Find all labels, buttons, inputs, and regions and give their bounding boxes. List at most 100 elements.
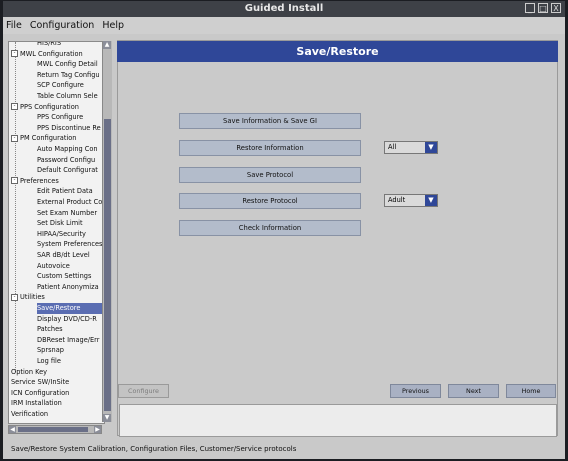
- scroll-left-icon[interactable]: ◀: [9, 426, 16, 433]
- minimize-button[interactable]: _: [525, 3, 535, 13]
- tree-item[interactable]: Display DVD/CD-R: [37, 314, 97, 325]
- tree-item-label: Utilities: [20, 293, 45, 302]
- tree-item[interactable]: - PM Configuration: [11, 133, 76, 144]
- tree-item[interactable]: DBReset Image/Err: [37, 335, 99, 346]
- tree-item-label: PPS Configuration: [20, 102, 79, 111]
- tree-item[interactable]: Auto Mapping Con: [37, 144, 98, 155]
- scroll-right-icon[interactable]: ▶: [94, 426, 101, 433]
- tree-item-label: Patches: [37, 325, 63, 334]
- save-information-button[interactable]: Save Information & Save GI: [179, 113, 361, 129]
- tree-item[interactable]: Save/Restore: [37, 303, 104, 314]
- tree-item-label: Return Tag Configu: [37, 70, 100, 79]
- tree-item-label: PPS Discontinue Re: [37, 123, 101, 132]
- collapse-icon[interactable]: -: [11, 103, 18, 111]
- tree-item[interactable]: MWL Config Detail: [37, 59, 98, 70]
- content-panel: [117, 40, 558, 436]
- navigation-tree: HIS/RIS - MWL Configuration MWL Config Deta…: [8, 41, 105, 424]
- tree-item-label: Preferences: [20, 176, 59, 185]
- restore-information-button[interactable]: Restore Information: [179, 140, 361, 156]
- close-button[interactable]: X: [551, 3, 561, 13]
- tree-item[interactable]: Autovoice: [37, 261, 70, 272]
- collapse-icon[interactable]: -: [11, 293, 18, 301]
- scroll-down-icon[interactable]: ▼: [103, 414, 111, 422]
- tree-item-label: PM Configuration: [20, 134, 77, 143]
- restore-protocol-select[interactable]: Adult ▼: [384, 194, 438, 207]
- tree-item[interactable]: HIS/RIS: [37, 42, 61, 49]
- tree-item[interactable]: Verification: [11, 409, 48, 420]
- tree-item[interactable]: Service SW/InSite: [11, 377, 69, 388]
- tree-item[interactable]: - Utilities: [11, 292, 45, 303]
- home-button[interactable]: Home: [506, 384, 556, 398]
- previous-button[interactable]: Previous: [390, 384, 441, 398]
- panel-title: Save/Restore: [117, 41, 558, 62]
- tree-item[interactable]: PPS Discontinue Re: [37, 123, 101, 134]
- tree-item[interactable]: Set Exam Number: [37, 208, 97, 219]
- tree-item-label: Option Key: [11, 367, 48, 376]
- menu-file[interactable]: File: [3, 17, 27, 34]
- tree-item-label: Auto Mapping Con: [37, 145, 98, 153]
- tree-item[interactable]: SAR dB/dt Level: [37, 250, 90, 261]
- menu-help[interactable]: Help: [99, 17, 129, 34]
- maximize-button[interactable]: □: [538, 3, 548, 13]
- tree-item-label: DBReset Image/Err: [37, 335, 100, 344]
- tree-item-label: Edit Patient Data: [37, 187, 93, 196]
- window-title: Guided Install: [244, 3, 324, 14]
- tree-item[interactable]: ICN Configuration: [11, 388, 69, 399]
- tree-item[interactable]: External Product Co: [37, 197, 102, 208]
- tree-item-label: Service SW/InSite: [11, 378, 70, 387]
- restore-information-value: All: [388, 143, 397, 151]
- tree-item[interactable]: Set Disk Limit: [37, 218, 83, 229]
- chevron-down-icon[interactable]: ▼: [425, 142, 437, 153]
- restore-protocol-value: Adult: [388, 196, 406, 204]
- menu-bar: File Configuration Help: [3, 17, 565, 34]
- tree-item[interactable]: HIPAA/Security: [37, 229, 86, 240]
- save-protocol-button[interactable]: Save Protocol: [179, 167, 361, 183]
- scrollbar-thumb[interactable]: [104, 119, 111, 411]
- next-button[interactable]: Next: [448, 384, 499, 398]
- main-window: Guided Install _ □ X File Configuration …: [3, 1, 565, 459]
- tree-vertical-scrollbar[interactable]: ▲ ▼: [102, 41, 112, 422]
- tree-item-label: Verification: [11, 410, 49, 418]
- tree-item[interactable]: Log file: [37, 356, 61, 367]
- collapse-icon[interactable]: -: [11, 177, 18, 185]
- restore-protocol-button[interactable]: Restore Protocol: [179, 193, 361, 209]
- tree-item[interactable]: - Preferences: [11, 176, 59, 187]
- configure-button[interactable]: Configure: [118, 384, 169, 398]
- tree-item[interactable]: Password Configu: [37, 155, 95, 166]
- tree-item[interactable]: IRM Installation: [11, 398, 62, 409]
- tree-item-label: Default Configurat: [37, 166, 98, 175]
- menu-configuration[interactable]: Configuration: [27, 17, 99, 34]
- scroll-up-icon[interactable]: ▲: [103, 41, 111, 49]
- restore-information-select[interactable]: All ▼: [384, 141, 438, 154]
- tree-item[interactable]: Patient Anonymiza: [37, 282, 99, 293]
- tree-item-label: Sprsnap: [37, 346, 64, 355]
- tree-item[interactable]: Sprsnap: [37, 345, 64, 356]
- tree-item[interactable]: - PPS Configuration: [11, 102, 79, 113]
- tree-item[interactable]: Edit Patient Data: [37, 186, 93, 197]
- tree-item[interactable]: - MWL Configuration: [11, 49, 83, 60]
- tree-item-label: Log file: [37, 357, 61, 365]
- tree-item-label: Custom Settings: [37, 272, 92, 281]
- horizontal-scrollbar-thumb[interactable]: [18, 427, 88, 432]
- tree-item[interactable]: PPS Configure: [37, 112, 83, 123]
- tree-item[interactable]: Custom Settings: [37, 271, 91, 282]
- tree-item[interactable]: SCP Configure: [37, 80, 84, 91]
- tree-item-label: ICN Configuration: [11, 388, 70, 397]
- tree-item[interactable]: Option Key: [11, 367, 47, 378]
- tree-item-label: SCP Configure: [37, 81, 84, 90]
- collapse-icon[interactable]: -: [11, 50, 18, 58]
- tree-item-label: Password Configu: [37, 155, 96, 164]
- check-information-button[interactable]: Check Information: [179, 220, 361, 236]
- collapse-icon[interactable]: -: [11, 134, 18, 142]
- tree-item[interactable]: Return Tag Configu: [37, 70, 100, 81]
- tree-horizontal-scrollbar[interactable]: ◀ ▶: [8, 425, 102, 434]
- tree-item[interactable]: Patches: [37, 324, 63, 335]
- tree-item[interactable]: System Preferences: [37, 239, 102, 250]
- title-bar: Guided Install _ □ X: [3, 1, 565, 17]
- tree-item-label: PPS Configure: [37, 113, 84, 122]
- tree-item-label: System Preferences: [37, 240, 103, 249]
- tree-item[interactable]: Default Configurat: [37, 165, 98, 176]
- tree-item-label: Set Disk Limit: [37, 219, 83, 228]
- tree-item[interactable]: Table Column Sele: [37, 91, 98, 102]
- chevron-down-icon[interactable]: ▼: [425, 195, 437, 206]
